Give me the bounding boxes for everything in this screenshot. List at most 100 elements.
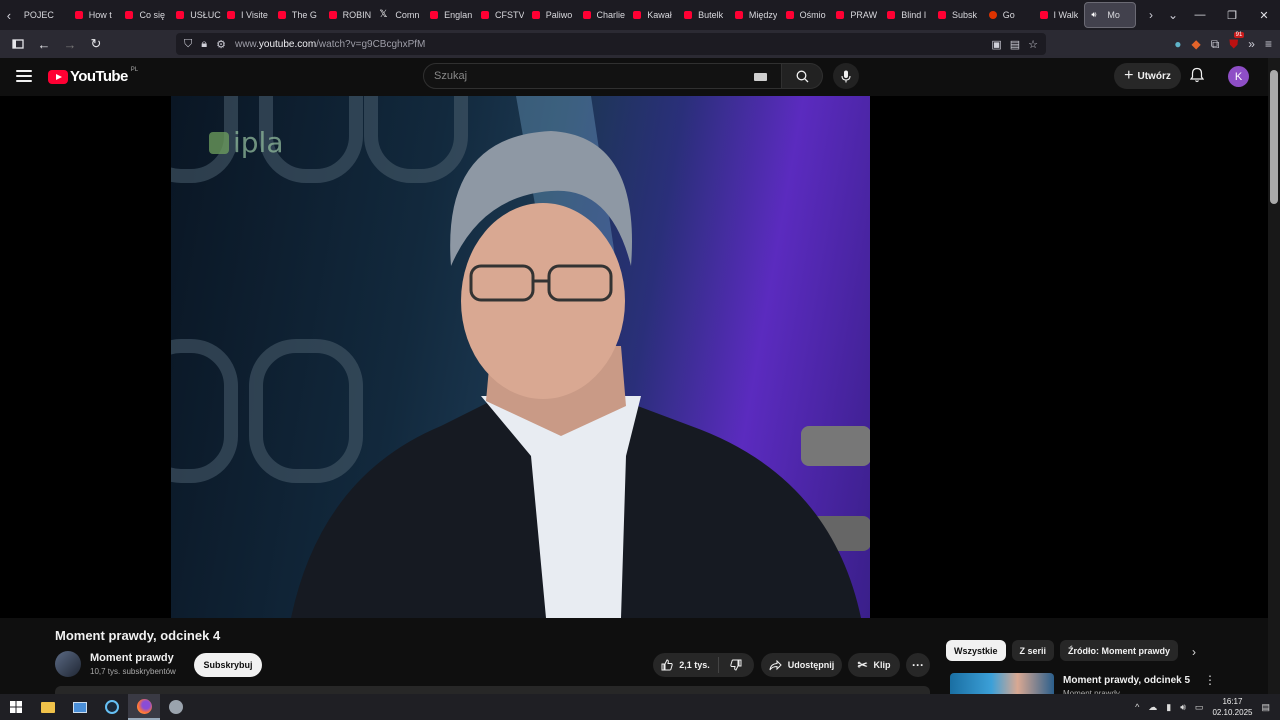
youtube-icon	[125, 11, 134, 19]
dislike-button[interactable]	[719, 659, 753, 671]
country-code: PL	[130, 66, 139, 73]
browser-tab[interactable]: How t	[69, 2, 120, 28]
back-button[interactable]: ←	[32, 32, 56, 56]
browser-tab[interactable]: Englan	[424, 2, 475, 28]
browser-tab[interactable]: Butelk	[678, 2, 729, 28]
start-button[interactable]	[0, 694, 32, 720]
like-button[interactable]: 2,1 tys.	[653, 657, 719, 673]
browser-tab[interactable]: POJEC	[18, 2, 69, 28]
lock-icon[interactable]: 🔒︎	[201, 38, 207, 51]
shield-icon[interactable]: ⛉	[184, 38, 192, 51]
browser-tab[interactable]: 🔊︎ Mo	[1084, 2, 1136, 28]
notifications-icon[interactable]: ▤	[1261, 702, 1270, 713]
ublock-extension-icon[interactable]: ⛊ 91	[1229, 31, 1245, 52]
account-avatar[interactable]: K	[1228, 66, 1249, 87]
browser-tab[interactable]: Ośmio	[780, 2, 831, 28]
notifications-bell-icon[interactable]	[1189, 67, 1205, 88]
tab-label: I Walk	[1053, 10, 1079, 20]
browser-tab[interactable]: USŁUC	[170, 2, 221, 28]
overflow-menu-icon[interactable]: »	[1248, 37, 1255, 51]
more-actions-button[interactable]: ···	[906, 653, 930, 677]
app-menu-icon[interactable]: ≡	[1265, 37, 1272, 51]
tab-label: Paliwo	[545, 10, 573, 20]
extensions-icon[interactable]: ⧉	[1211, 37, 1220, 52]
reader-view-icon[interactable]: ▤	[1010, 38, 1020, 51]
browser-tab[interactable]: PRAW	[830, 2, 881, 28]
restore-button[interactable]: ❐	[1216, 0, 1248, 30]
description-box[interactable]	[55, 686, 930, 694]
share-button[interactable]: Udostępnij	[761, 653, 842, 677]
chip-from-source[interactable]: Źródło: Moment prawdy	[1060, 640, 1179, 661]
sidebar-toggle-icon[interactable]	[6, 32, 30, 56]
page-scrollbar-thumb[interactable]	[1270, 70, 1278, 204]
recommendation-thumbnail[interactable]	[950, 673, 1054, 694]
picture-in-picture-icon[interactable]: ▣	[991, 38, 1001, 51]
bookmark-star-icon[interactable]: ☆	[1028, 38, 1038, 51]
app-icon[interactable]	[160, 694, 192, 720]
file-explorer-icon[interactable]	[32, 694, 64, 720]
keyboard-icon[interactable]	[754, 73, 767, 81]
create-button[interactable]: + Utwórz	[1114, 63, 1181, 89]
channel-avatar[interactable]	[55, 651, 81, 677]
guide-menu-icon[interactable]	[16, 70, 32, 82]
volume-icon[interactable]: 🔊︎	[1180, 702, 1186, 713]
tab-scroll-left-button[interactable]: ‹	[0, 0, 18, 30]
browser-tab[interactable]: CFSTV	[475, 2, 526, 28]
vpn-extension-icon[interactable]: ●	[1174, 37, 1181, 51]
browser-tab[interactable]: Go	[983, 2, 1034, 28]
video-player[interactable]: ipla	[0, 96, 1268, 618]
youtube-logo[interactable]: YouTube PL	[48, 66, 139, 85]
browser-tab[interactable]: ROBIN	[323, 2, 374, 28]
browser-tab[interactable]: Paliwo	[526, 2, 577, 28]
tab-label: ROBIN	[342, 10, 372, 20]
remote-desktop-icon[interactable]	[64, 694, 96, 720]
chevron-right-icon[interactable]: ›	[1192, 645, 1196, 659]
search-button[interactable]	[782, 63, 823, 89]
browser-tab[interactable]: I Walk	[1034, 2, 1085, 28]
browser-tab[interactable]: Między	[729, 2, 780, 28]
subscribe-button[interactable]: Subskrybuj	[194, 653, 262, 677]
plus-icon: +	[1124, 67, 1134, 84]
close-window-button[interactable]: ✕	[1248, 0, 1280, 30]
search-input[interactable]: Szukaj	[423, 63, 782, 89]
browser-tab[interactable]: Subsk	[932, 2, 983, 28]
clip-button[interactable]: ✂ Klip	[848, 653, 900, 677]
youtube-icon	[227, 11, 236, 19]
forward-button[interactable]: →	[58, 32, 82, 56]
browser-tab[interactable]: I Visite	[221, 2, 272, 28]
recommendation-title[interactable]: Moment prawdy, odcinek 5	[1063, 675, 1190, 686]
address-bar[interactable]: ⛉ 🔒︎ ⚙︎ www.youtube.com/watch?v=g9CBcghx…	[176, 33, 1046, 55]
browser-tab[interactable]: Co się	[119, 2, 170, 28]
steam-icon[interactable]	[96, 694, 128, 720]
onedrive-icon[interactable]: ☁	[1148, 702, 1157, 713]
minimize-button[interactable]: —	[1184, 0, 1216, 30]
channel-name[interactable]: Moment prawdy	[90, 652, 174, 664]
network-icon[interactable]: ▭	[1195, 702, 1204, 713]
voice-search-button[interactable]	[833, 63, 859, 89]
tray-expand-icon[interactable]: ^	[1135, 702, 1139, 712]
related-filter-chips: Wszystkie Z serii Źródło: Moment prawdy	[946, 640, 1179, 661]
subscriber-count: 10,7 tys. subskrybentów	[90, 667, 176, 676]
tab-label: CFSTV	[494, 10, 525, 20]
browser-toolbar: ← → ↻ ⛉ 🔒︎ ⚙︎ www.youtube.com/watch?v=g9…	[0, 30, 1280, 58]
browser-tab[interactable]: 𝕏 Comn	[373, 2, 424, 28]
usb-icon[interactable]: ▮	[1166, 702, 1171, 713]
fox-extension-icon[interactable]: ◆	[1191, 37, 1200, 51]
video-frame[interactable]: ipla	[171, 96, 870, 618]
list-all-tabs-button[interactable]: ⌄	[1162, 8, 1184, 22]
chip-from-series[interactable]: Z serii	[1011, 640, 1055, 661]
browser-tab[interactable]: The G	[272, 2, 323, 28]
clock[interactable]: 16:17 02.10.2025	[1212, 696, 1252, 718]
browser-tab[interactable]: Charlie	[577, 2, 628, 28]
chip-all[interactable]: Wszystkie	[946, 640, 1006, 661]
browser-tab[interactable]: Blind I	[881, 2, 932, 28]
youtube-icon	[176, 11, 185, 19]
reload-button[interactable]: ↻	[84, 32, 108, 56]
share-icon	[769, 659, 782, 670]
tab-scroll-right-button[interactable]: ›	[1140, 8, 1162, 22]
url-text[interactable]: www.youtube.com/watch?v=g9CBcghxPfM	[235, 39, 425, 50]
browser-tab[interactable]: Kawał	[627, 2, 678, 28]
firefox-icon[interactable]	[128, 694, 160, 720]
recommendation-menu-icon[interactable]: ⋮	[1204, 673, 1216, 687]
permissions-icon[interactable]: ⚙︎	[216, 38, 226, 51]
